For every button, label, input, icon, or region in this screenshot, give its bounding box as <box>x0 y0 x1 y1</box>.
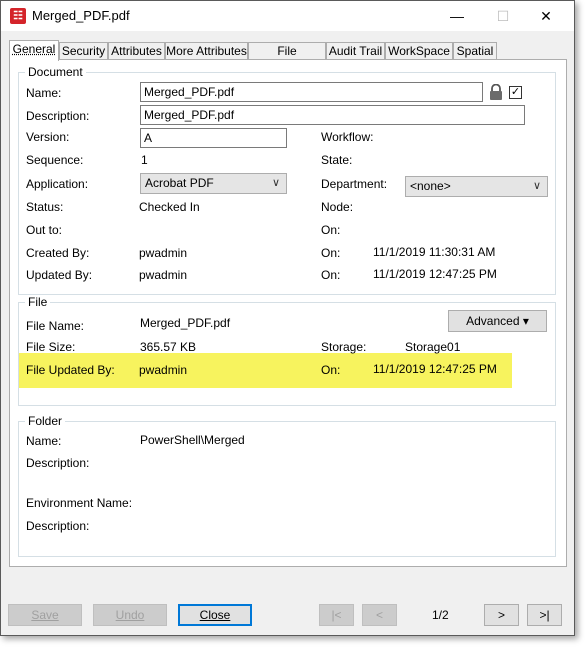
tab-workspace[interactable]: WorkSpace <box>385 42 453 60</box>
description-label: Description: <box>26 109 90 123</box>
department-value: <none> <box>410 179 451 193</box>
maximize-button: ☐ <box>480 1 526 31</box>
advanced-label: Advanced <box>466 314 520 328</box>
maximize-icon: ☐ <box>496 8 510 24</box>
created-on-value: 11/1/2019 11:30:31 AM <box>373 245 496 259</box>
tab-audit-trail[interactable]: Audit Trail <box>326 42 385 60</box>
document-checkbox[interactable]: ✓ <box>509 86 522 99</box>
title-bar: ☷ Merged_PDF.pdf — ☐ ✕ <box>1 1 574 31</box>
sequence-value: 1 <box>141 153 148 167</box>
chevron-down-icon: ∨ <box>271 177 280 189</box>
file-size-value: 365.57 KB <box>140 340 197 354</box>
application-label: Application: <box>26 177 89 191</box>
file-updated-by-label: File Updated By: <box>26 363 115 377</box>
next-page-button[interactable]: > <box>484 604 519 626</box>
file-updated-on-value: 11/1/2019 12:47:25 PM <box>373 362 497 376</box>
version-label: Version: <box>26 130 70 144</box>
document-group-title: Document <box>25 65 86 79</box>
first-page-button[interactable]: |< <box>319 604 354 626</box>
folder-name-value: PowerShell\Merged <box>140 433 245 447</box>
updated-on-value: 11/1/2019 12:47:25 PM <box>373 267 497 281</box>
tab-general[interactable]: General <box>9 40 59 61</box>
storage-value: Storage01 <box>405 340 461 354</box>
folder-name-label: Name: <box>26 434 62 448</box>
created-on-label: On: <box>321 246 341 260</box>
tab-attributes[interactable]: Attributes <box>108 42 165 60</box>
tab-more-attributes[interactable]: More Attributes <box>165 42 248 60</box>
storage-label: Storage: <box>321 340 367 354</box>
close-button[interactable]: Close <box>178 604 252 626</box>
previous-page-button[interactable]: < <box>362 604 397 626</box>
save-button[interactable]: Save <box>8 604 82 626</box>
last-page-button[interactable]: >| <box>527 604 562 626</box>
window-title: Merged_PDF.pdf <box>32 8 130 23</box>
sequence-label: Sequence: <box>26 153 84 167</box>
dropdown-arrow-icon: ▾ <box>522 314 529 328</box>
created-by-label: Created By: <box>26 246 90 260</box>
environment-description-label: Description: <box>26 519 90 533</box>
status-value: Checked In <box>139 200 200 214</box>
minimize-button[interactable]: — <box>434 1 480 31</box>
tab-spatial[interactable]: Spatial <box>453 42 497 60</box>
state-label: State: <box>321 153 353 167</box>
tab-security[interactable]: Security <box>59 42 108 60</box>
file-size-label: File Size: <box>26 340 76 354</box>
application-value: Acrobat PDF <box>145 176 214 190</box>
page-indicator: 1/2 <box>432 608 449 622</box>
version-input[interactable]: A <box>140 128 287 148</box>
updated-by-value: pwadmin <box>139 268 188 282</box>
undo-button[interactable]: Undo <box>93 604 167 626</box>
close-icon: ✕ <box>540 8 552 24</box>
created-by-value: pwadmin <box>139 246 188 260</box>
node-label: Node: <box>321 200 354 214</box>
department-dropdown[interactable]: <none> ∨ <box>405 176 548 197</box>
properties-window: ☷ Merged_PDF.pdf — ☐ ✕ General Security … <box>0 0 575 636</box>
tab-file-properties[interactable]: File Properties <box>248 42 326 75</box>
status-label: Status: <box>26 200 64 214</box>
description-input[interactable]: Merged_PDF.pdf <box>140 105 525 125</box>
workflow-label: Workflow: <box>321 130 374 144</box>
updated-on-label: On: <box>321 268 341 282</box>
file-updated-on-label: On: <box>321 363 341 377</box>
environment-name-label: Environment Name: <box>26 496 133 510</box>
file-updated-by-value: pwadmin <box>139 363 188 377</box>
application-dropdown[interactable]: Acrobat PDF ∨ <box>140 173 287 194</box>
general-tab-panel: Document Name: Merged_PDF.pdf ✓ Descript… <box>9 59 567 567</box>
out-on-label: On: <box>321 223 341 237</box>
folder-group-title: Folder <box>25 414 66 428</box>
folder-group: Folder <box>18 414 556 557</box>
out-to-label: Out to: <box>26 223 63 237</box>
minimize-icon: — <box>450 8 464 24</box>
file-group-title: File <box>25 295 51 309</box>
chevron-down-icon: ∨ <box>532 180 541 192</box>
folder-description-label: Description: <box>26 456 90 470</box>
updated-by-label: Updated By: <box>26 268 93 282</box>
advanced-button[interactable]: Advanced ▾ <box>448 310 547 332</box>
file-name-label: File Name: <box>26 319 85 333</box>
department-label: Department: <box>321 177 388 191</box>
pdf-file-icon: ☷ <box>10 8 26 24</box>
lock-icon <box>490 84 502 100</box>
document-name-input[interactable]: Merged_PDF.pdf <box>140 82 483 102</box>
name-label: Name: <box>26 86 62 100</box>
close-window-button[interactable]: ✕ <box>523 1 569 31</box>
file-name-value: Merged_PDF.pdf <box>140 316 231 330</box>
